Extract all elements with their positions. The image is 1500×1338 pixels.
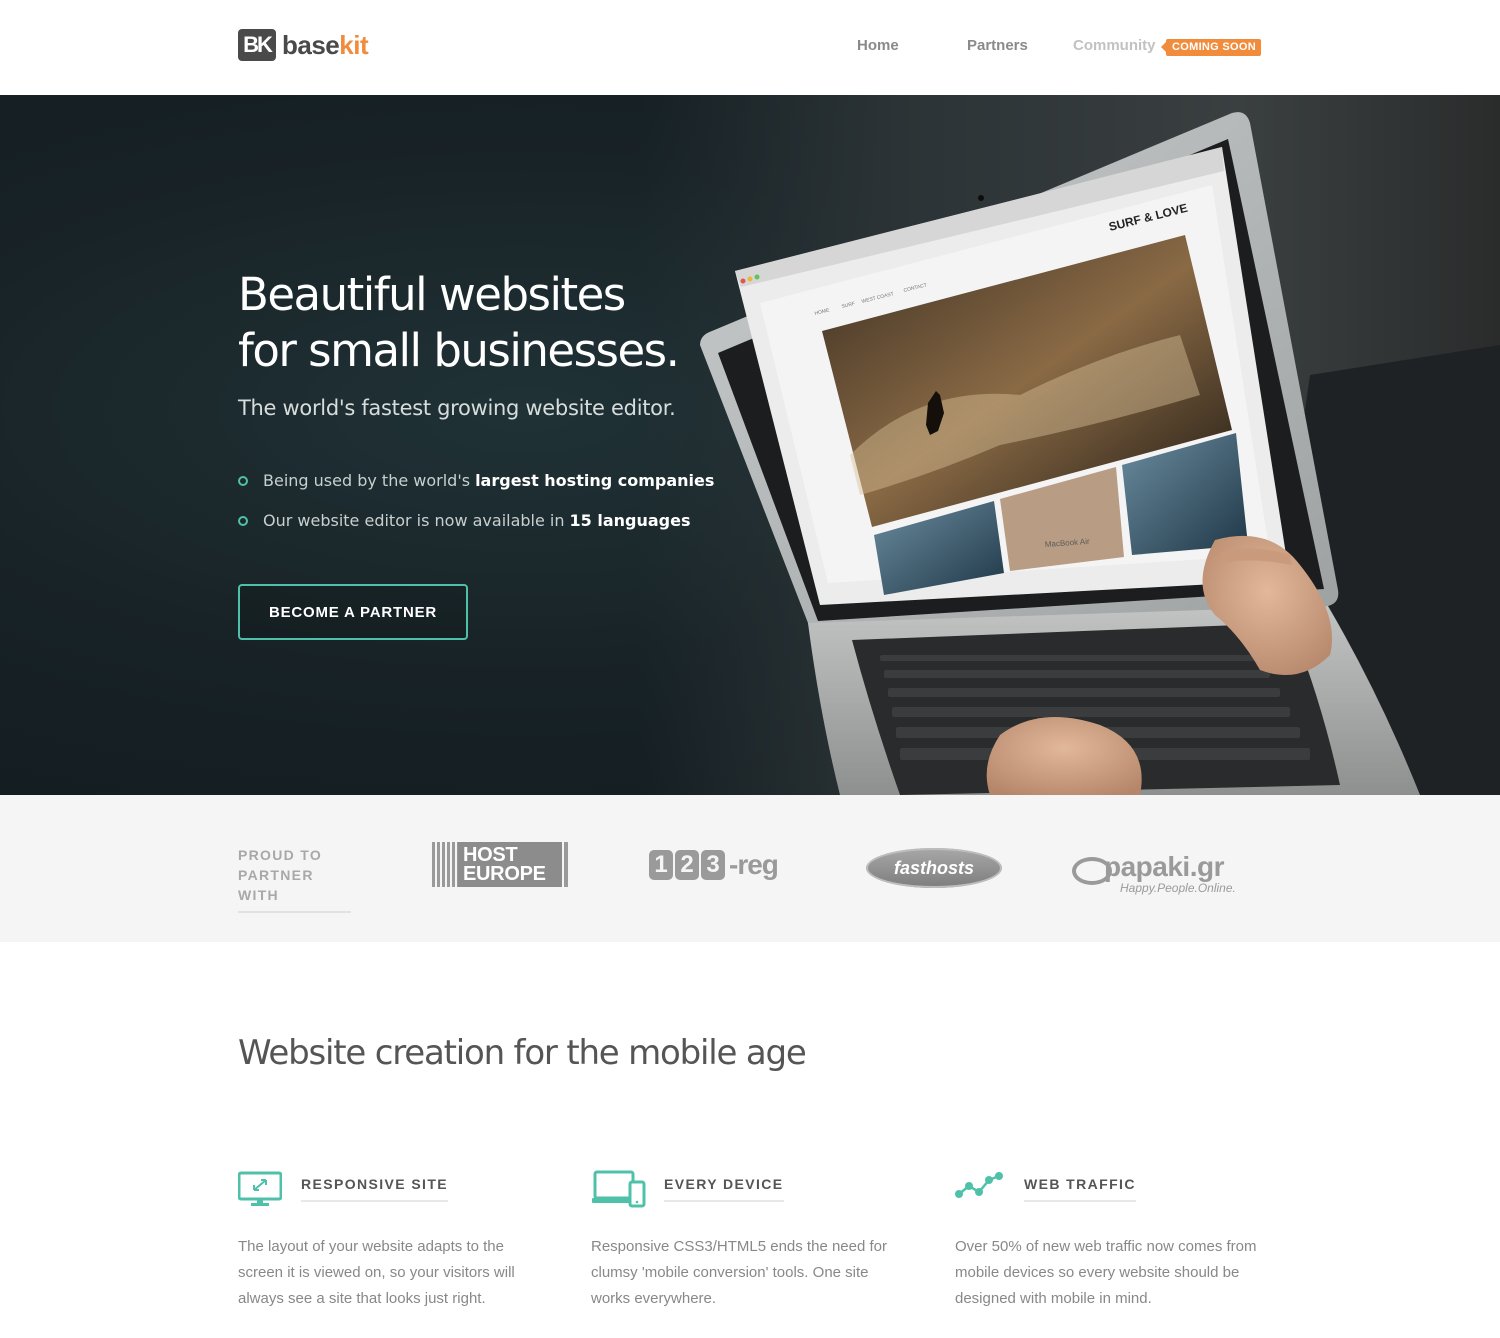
123-reg-logo[interactable]: 1 2 3 -reg xyxy=(649,845,789,885)
hero-bullet-languages: Our website editor is now available in 1… xyxy=(238,511,690,530)
logo-mark: BK xyxy=(238,29,276,61)
bullet-circle-icon xyxy=(238,515,248,526)
123-reg-digit-2: 2 xyxy=(675,850,699,880)
feature-label: WEB TRAFFIC xyxy=(1024,1176,1136,1202)
partners-label: PROUD TO PARTNER WITH xyxy=(238,845,351,913)
host-europe-box: HOST EUROPE xyxy=(458,842,562,887)
bullet-emphasis: 15 languages xyxy=(569,511,691,530)
nav-partners[interactable]: Partners xyxy=(967,37,1028,54)
logo-wordmark: basekit xyxy=(282,29,369,60)
nav-community[interactable]: Community xyxy=(1073,37,1156,54)
basekit-logo[interactable]: BK basekit xyxy=(238,29,369,61)
laptop-illustration: SURF & LOVE HOME SURF WEST COAST CONTACT… xyxy=(700,112,1500,795)
bullet-text: Our website editor is now available in xyxy=(263,511,565,530)
feature-description: Over 50% of new web traffic now comes fr… xyxy=(955,1238,1257,1307)
123-reg-suffix: -reg xyxy=(729,849,779,880)
host-europe-logo[interactable]: HOST EUROPE xyxy=(432,842,568,887)
site-header: BK basekit Home Partners Community COMIN… xyxy=(0,0,1500,95)
papaki-tagline: Happy.People.Online. xyxy=(1120,881,1236,895)
papaki-logo[interactable]: papaki.gr Happy.People.Online. xyxy=(1068,837,1236,899)
traffic-graph-icon xyxy=(955,1172,1003,1198)
partners-strip: PROUD TO PARTNER WITH HOST EUROPE 1 2 3 … xyxy=(0,795,1500,942)
papaki-name: papaki.gr xyxy=(1104,851,1224,882)
bullet-circle-icon xyxy=(238,475,248,486)
hero-bullet-hosting: Being used by the world's largest hostin… xyxy=(238,471,714,490)
features-title: Website creation for the mobile age xyxy=(238,1033,807,1073)
hero-title-line1: Beautiful websites xyxy=(238,268,626,321)
feature-description: Responsive CSS3/HTML5 ends the need for … xyxy=(591,1238,887,1307)
hero-section: SURF & LOVE HOME SURF WEST COAST CONTACT… xyxy=(0,95,1500,795)
devices-icon xyxy=(592,1170,646,1208)
hero-title: Beautiful websites for small businesses. xyxy=(238,267,798,379)
nav-home[interactable]: Home xyxy=(857,37,899,54)
host-europe-stripes xyxy=(432,842,458,887)
become-partner-button[interactable]: BECOME A PARTNER xyxy=(238,584,468,640)
123-reg-digit-3: 3 xyxy=(701,850,725,880)
laptop-camera xyxy=(978,195,984,201)
coming-soon-badge: COMING SOON xyxy=(1161,39,1261,56)
bullet-emphasis: largest hosting companies xyxy=(475,471,715,490)
feature-label: EVERY DEVICE xyxy=(664,1176,784,1202)
feature-label: RESPONSIVE SITE xyxy=(301,1176,449,1202)
host-europe-bar xyxy=(564,842,568,887)
responsive-monitor-icon xyxy=(238,1171,282,1206)
bullet-text: Being used by the world's xyxy=(263,471,471,490)
hero-subtitle: The world's fastest growing website edit… xyxy=(238,396,676,420)
123-reg-digit-1: 1 xyxy=(649,850,673,880)
hero-title-line2: for small businesses. xyxy=(238,324,680,377)
fasthosts-logo[interactable]: fasthosts xyxy=(866,848,1002,888)
feature-description: The layout of your website adapts to the… xyxy=(238,1238,515,1307)
